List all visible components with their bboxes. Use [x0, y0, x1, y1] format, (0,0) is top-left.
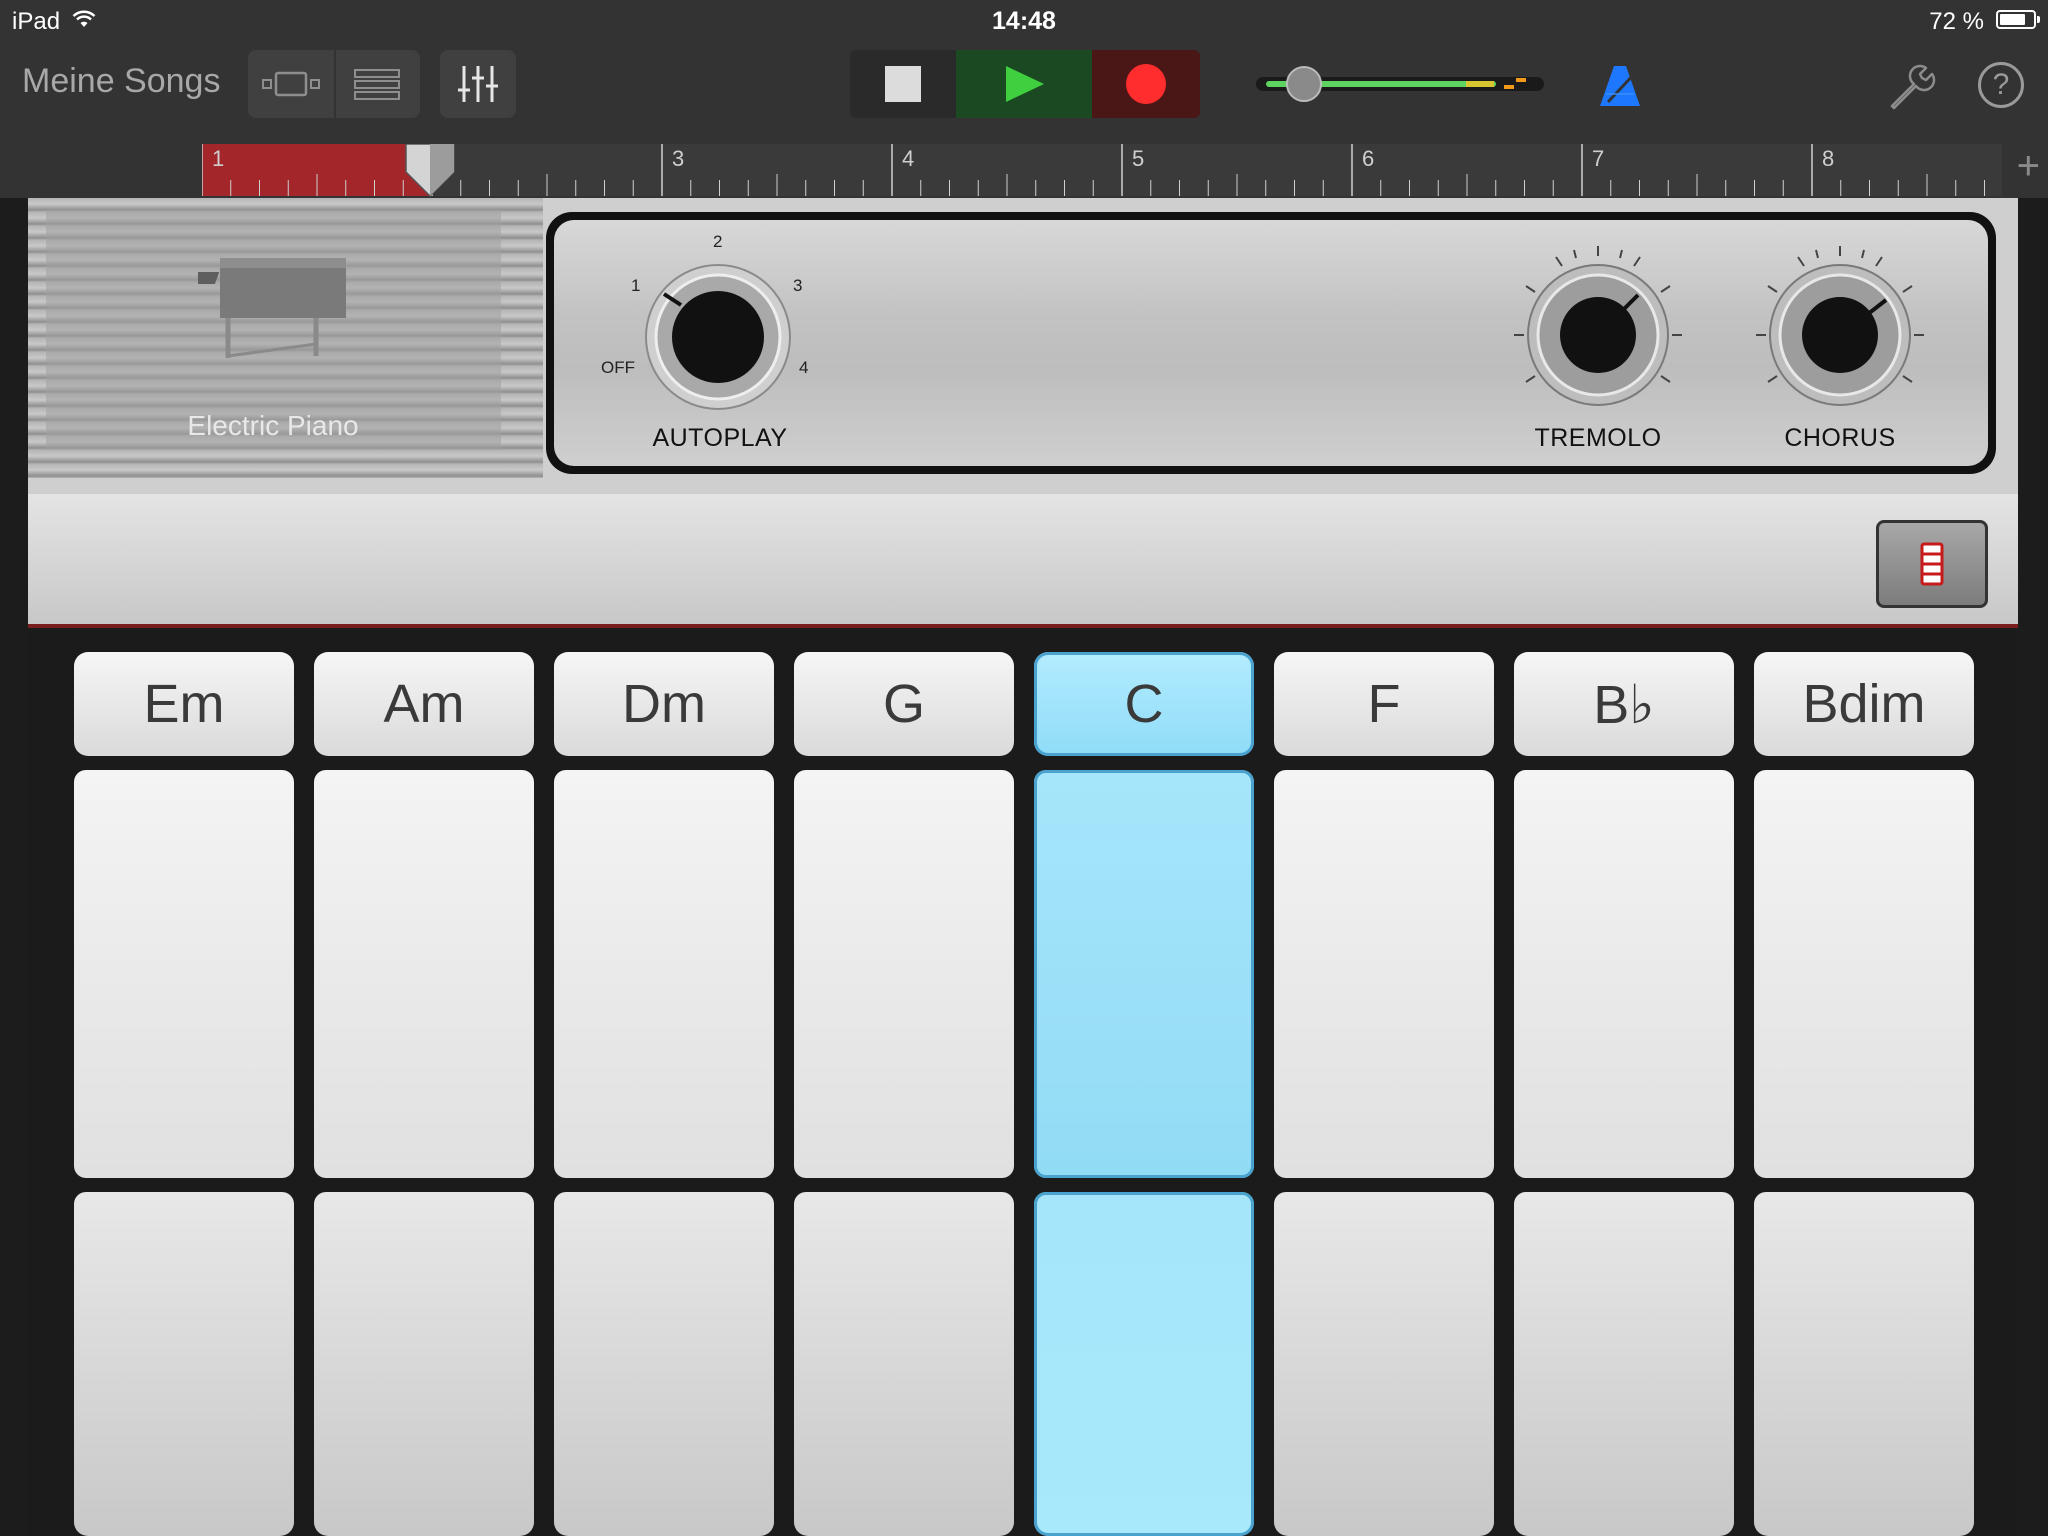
chord-button[interactable]: Em	[74, 652, 294, 756]
chord-strips: Em Am Dm G C F B♭ Bdim	[28, 632, 2018, 1536]
clock: 14:48	[992, 7, 1056, 35]
status-bar: iPad 14:48 72 %	[0, 0, 2048, 42]
add-section-icon[interactable]: +	[2017, 146, 2040, 186]
tremolo-knob-graphic	[1514, 246, 1682, 406]
chord-strip: Am	[314, 632, 534, 1536]
bar-number: 4	[902, 146, 915, 171]
chord-bass-pad[interactable]	[74, 1192, 294, 1536]
chord-strips-toggle-button[interactable]	[1876, 520, 1988, 608]
chord-upper-pad[interactable]	[74, 770, 294, 1178]
metronome-icon[interactable]	[1596, 62, 1644, 110]
chorus-label: CHORUS	[1784, 424, 1896, 452]
chord-button[interactable]: Am	[314, 652, 534, 756]
level-meter-clip-top	[1516, 78, 1526, 82]
chord-bass-pad[interactable]	[1514, 1192, 1734, 1536]
bar-number: 7	[1592, 146, 1605, 171]
chord-button[interactable]: G	[794, 652, 1014, 756]
chord-upper-pad[interactable]	[314, 770, 534, 1178]
chord-strip: F	[1274, 632, 1494, 1536]
level-meter-clip	[1504, 85, 1514, 89]
tracks-view-icon	[354, 69, 400, 100]
chord-button[interactable]: C	[1034, 652, 1254, 756]
record-icon	[1126, 64, 1166, 104]
autoplay-mark-off: OFF	[601, 358, 635, 377]
play-button[interactable]	[956, 50, 1092, 118]
timeline-ruler[interactable]: 12345678 +	[0, 142, 2048, 198]
autoplay-mark-4: 4	[799, 358, 809, 377]
mixer-sliders-icon	[458, 66, 498, 102]
tracks-view-button[interactable]	[334, 50, 420, 118]
autoplay-knob[interactable]	[636, 262, 800, 412]
view-switcher	[248, 50, 420, 118]
chord-strip: Dm	[554, 632, 774, 1536]
transport-controls	[850, 50, 1200, 118]
autoplay-knob-graphic	[645, 264, 791, 410]
my-songs-button[interactable]: Meine Songs	[22, 62, 220, 101]
chord-bass-pad[interactable]	[314, 1192, 534, 1536]
ruler-ticks	[202, 144, 1985, 196]
stop-icon	[885, 66, 921, 102]
mixer-button[interactable]	[440, 50, 516, 118]
bar-number: 3	[672, 146, 685, 171]
chord-strip: Bdim	[1754, 632, 1974, 1536]
chord-strip: Em	[74, 632, 294, 1536]
master-volume-slider[interactable]	[1256, 66, 1544, 102]
level-meter-peak	[1466, 81, 1494, 87]
settings-wrench-icon[interactable]	[1886, 62, 1936, 112]
chord-bass-pad[interactable]	[1274, 1192, 1494, 1536]
chord-button[interactable]: Dm	[554, 652, 774, 756]
help-button[interactable]: ?	[1978, 62, 2024, 108]
play-icon	[1006, 66, 1044, 102]
battery-icon	[1996, 10, 2040, 29]
chorus-knob-graphic	[1756, 246, 1924, 406]
toolbar: Meine Songs ?	[0, 42, 2048, 142]
electric-piano-icon	[198, 258, 346, 358]
chord-upper-pad[interactable]	[794, 770, 1014, 1178]
chorus-knob[interactable]	[1750, 240, 1930, 420]
controls-strip	[28, 494, 2018, 628]
chord-button[interactable]: F	[1274, 652, 1494, 756]
chord-upper-pad[interactable]	[1754, 770, 1974, 1178]
bar-number: 1	[212, 146, 225, 171]
record-button[interactable]	[1092, 50, 1200, 118]
autoplay-label: AUTOPLAY	[652, 424, 788, 452]
autoplay-mark-1: 1	[631, 276, 641, 295]
instrument-view-button[interactable]	[248, 50, 336, 118]
tremolo-label: TREMOLO	[1534, 424, 1662, 452]
chord-bass-pad[interactable]	[1034, 1192, 1254, 1536]
instrument-selector[interactable]: Electric Piano	[28, 198, 543, 478]
chord-upper-pad[interactable]	[554, 770, 774, 1178]
chord-upper-pad[interactable]	[1034, 770, 1254, 1178]
autoplay-mark-3: 3	[793, 276, 803, 295]
chord-strip: C	[1034, 632, 1254, 1536]
chord-strips-icon	[1920, 542, 1944, 586]
battery-percentage: 72 %	[1929, 8, 1984, 35]
chord-bass-pad[interactable]	[1754, 1192, 1974, 1536]
bar-number: 8	[1822, 146, 1835, 171]
volume-knob[interactable]	[1286, 66, 1322, 102]
chord-bass-pad[interactable]	[794, 1192, 1014, 1536]
tremolo-knob[interactable]	[1508, 240, 1688, 420]
chord-strip: B♭	[1514, 632, 1734, 1536]
chord-strip: G	[794, 632, 1014, 1536]
chord-bass-pad[interactable]	[554, 1192, 774, 1536]
instrument-name: Electric Piano	[187, 410, 359, 441]
help-icon: ?	[1992, 68, 2010, 101]
chord-button[interactable]: Bdim	[1754, 652, 1974, 756]
chord-upper-pad[interactable]	[1274, 770, 1494, 1178]
instrument-view-icon	[262, 71, 320, 97]
autoplay-mark-2: 2	[713, 232, 723, 251]
chord-upper-pad[interactable]	[1514, 770, 1734, 1178]
bar-number: 5	[1132, 146, 1145, 171]
stop-button[interactable]	[850, 50, 956, 118]
playhead[interactable]	[404, 144, 456, 198]
chord-button[interactable]: B♭	[1514, 652, 1734, 756]
bar-number: 6	[1362, 146, 1375, 171]
